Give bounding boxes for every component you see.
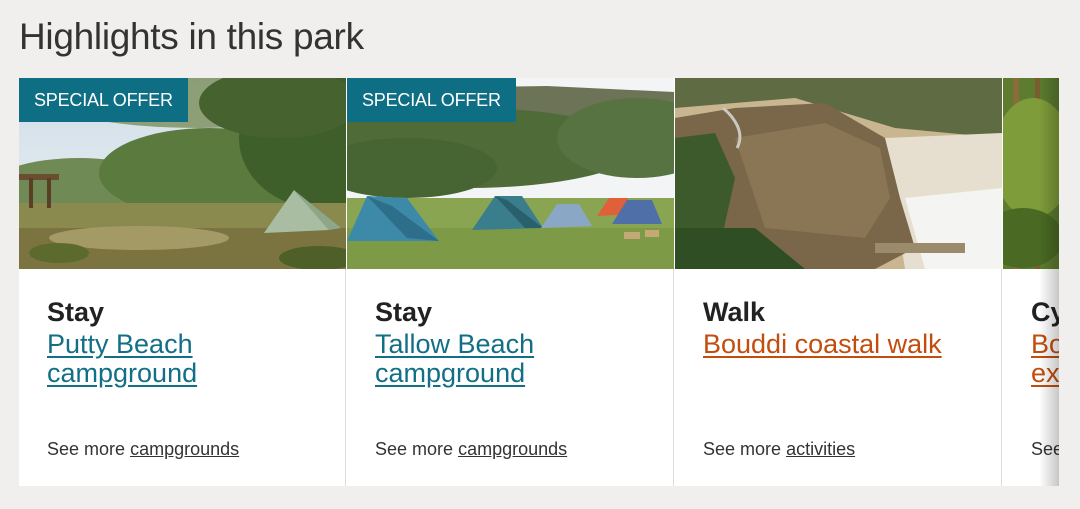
card-title-line: Bouddi coastal walk — [703, 329, 942, 359]
card-category: Walk — [703, 297, 766, 327]
see-more-link[interactable]: activities — [786, 439, 855, 459]
special-offer-badge: SPECIAL OFFER — [347, 78, 516, 122]
see-more-text: See more campgrounds — [47, 439, 239, 460]
card-title-line: Putty Beach — [47, 329, 193, 359]
see-more-text: See more activities — [703, 439, 855, 460]
card-title-link[interactable]: Bo ex — [1031, 330, 1059, 388]
section-heading: Highlights in this park — [19, 16, 364, 57]
card-title-line: ex — [1031, 358, 1059, 388]
card-title-line: Tallow Beach — [375, 329, 535, 359]
see-more-prefix: See — [1031, 439, 1059, 459]
see-more-prefix: See more — [47, 439, 126, 459]
see-more-prefix: See more — [703, 439, 782, 459]
highlight-card[interactable]: Walk Bouddi coastal walk See more activi… — [675, 78, 1002, 486]
see-more-text: See more campgrounds — [375, 439, 567, 460]
highlights-carousel[interactable]: SPECIAL OFFER Stay Putty Beach campgroun… — [19, 78, 1059, 486]
see-more-prefix: See more — [375, 439, 454, 459]
see-more-text: See — [1031, 439, 1059, 460]
card-title-link[interactable]: Bouddi coastal walk — [703, 330, 983, 359]
see-more-link[interactable]: campgrounds — [458, 439, 567, 459]
card-category: Stay — [47, 297, 105, 327]
card-title-link[interactable]: Putty Beach campground — [47, 330, 327, 388]
card-category: Cy — [1031, 297, 1059, 327]
card-category: Stay — [375, 297, 433, 327]
cycling-photo[interactable] — [1003, 78, 1059, 269]
card-title-line: campground — [47, 358, 198, 388]
highlight-card[interactable]: Cy Bo ex See — [1003, 78, 1059, 486]
card-title-line: Bo — [1031, 329, 1059, 359]
special-offer-badge: SPECIAL OFFER — [19, 78, 188, 122]
card-title-link[interactable]: Tallow Beach campground — [375, 330, 655, 388]
highlight-card[interactable]: SPECIAL OFFER Stay Putty Beach campgroun… — [19, 78, 346, 486]
see-more-link[interactable]: campgrounds — [130, 439, 239, 459]
card-title-line: campground — [375, 358, 526, 388]
coastal-walk-photo[interactable] — [675, 78, 1002, 269]
highlight-card[interactable]: SPECIAL OFFER Stay Tallow Beach campgrou… — [347, 78, 674, 486]
